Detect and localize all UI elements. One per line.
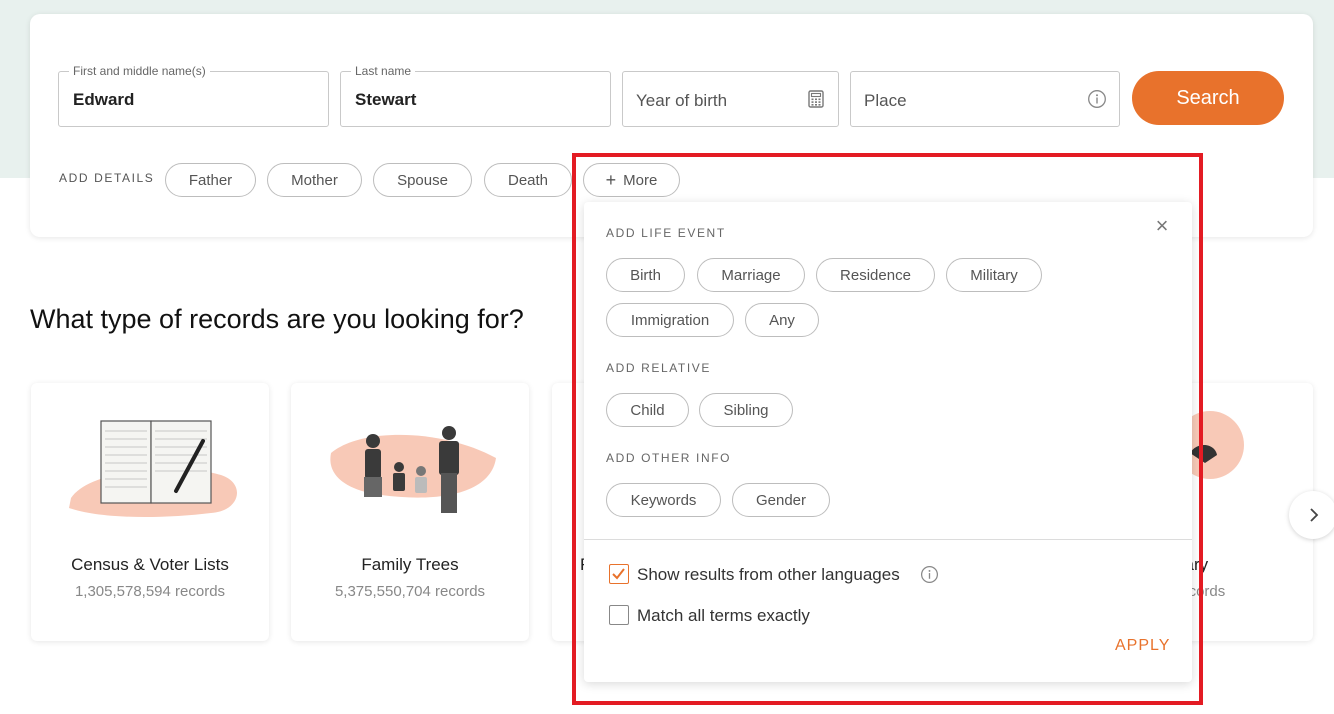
more-button[interactable]: + More: [583, 163, 680, 197]
more-details-dropdown: × ADD LIFE EVENT Birth Marriage Residenc…: [584, 202, 1192, 682]
father-pill[interactable]: Father: [165, 163, 256, 197]
close-icon[interactable]: ×: [1152, 215, 1172, 237]
dropdown-divider: [584, 539, 1192, 540]
checkmark-icon: [612, 568, 625, 580]
relative-sibling[interactable]: Sibling: [699, 393, 793, 427]
first-name-field[interactable]: First and middle name(s) Edward: [58, 64, 329, 127]
more-label: More: [623, 171, 658, 189]
place-placeholder: Place: [864, 91, 907, 110]
first-name-value: Edward: [73, 90, 135, 109]
record-card-count: 5,375,550,704 records: [334, 583, 486, 600]
year-of-birth-placeholder: Year of birth: [636, 91, 728, 110]
other-languages-checkbox[interactable]: [609, 564, 629, 584]
match-exactly-checkbox[interactable]: [609, 605, 629, 625]
last-name-label: Last name: [351, 64, 416, 78]
first-name-label: First and middle name(s): [69, 64, 210, 78]
other-info-gender[interactable]: Gender: [732, 483, 830, 517]
last-name-field[interactable]: Last name Stewart: [340, 64, 611, 127]
plus-icon: +: [605, 170, 617, 190]
relative-label: ADD RELATIVE: [606, 361, 711, 375]
apply-button[interactable]: APPLY: [1115, 637, 1170, 655]
record-card-title: Family Trees: [361, 555, 459, 574]
chevron-right-icon: [1310, 508, 1319, 522]
year-of-birth-field[interactable]: Year of birth: [622, 71, 839, 127]
life-event-residence[interactable]: Residence: [816, 258, 935, 292]
record-card-title: Census & Voter Lists: [71, 555, 229, 574]
other-languages-label: Show results from other languages: [637, 565, 900, 584]
life-event-any[interactable]: Any: [745, 303, 819, 337]
record-card-count: 1,305,578,594 records: [74, 583, 226, 600]
search-button[interactable]: Search: [1132, 71, 1284, 125]
mother-pill[interactable]: Mother: [267, 163, 362, 197]
add-details-label: ADD DETAILS: [59, 171, 155, 185]
census-book-illustration: [69, 420, 238, 518]
life-event-military[interactable]: Military: [946, 258, 1042, 292]
other-info-keywords[interactable]: Keywords: [606, 483, 721, 517]
last-name-value: Stewart: [355, 90, 417, 109]
relative-child[interactable]: Child: [606, 393, 689, 427]
calendar-icon[interactable]: [806, 89, 826, 109]
info-icon[interactable]: [1087, 89, 1107, 109]
match-exactly-label: Match all terms exactly: [637, 606, 810, 625]
life-event-label: ADD LIFE EVENT: [606, 226, 726, 240]
family-illustration: [330, 426, 496, 513]
info-icon[interactable]: [920, 565, 939, 584]
spouse-pill[interactable]: Spouse: [373, 163, 472, 197]
death-pill[interactable]: Death: [484, 163, 572, 197]
record-card-census[interactable]: Census & Voter Lists 1,305,578,594 recor…: [31, 383, 269, 641]
place-field[interactable]: Place: [850, 71, 1120, 127]
other-info-label: ADD OTHER INFO: [606, 451, 732, 465]
carousel-next-button[interactable]: [1289, 491, 1334, 539]
records-heading: What type of records are you looking for…: [30, 304, 524, 334]
life-event-birth[interactable]: Birth: [606, 258, 685, 292]
record-card-family-trees[interactable]: Family Trees 5,375,550,704 records: [291, 383, 529, 641]
life-event-immigration[interactable]: Immigration: [606, 303, 734, 337]
life-event-marriage[interactable]: Marriage: [697, 258, 805, 292]
